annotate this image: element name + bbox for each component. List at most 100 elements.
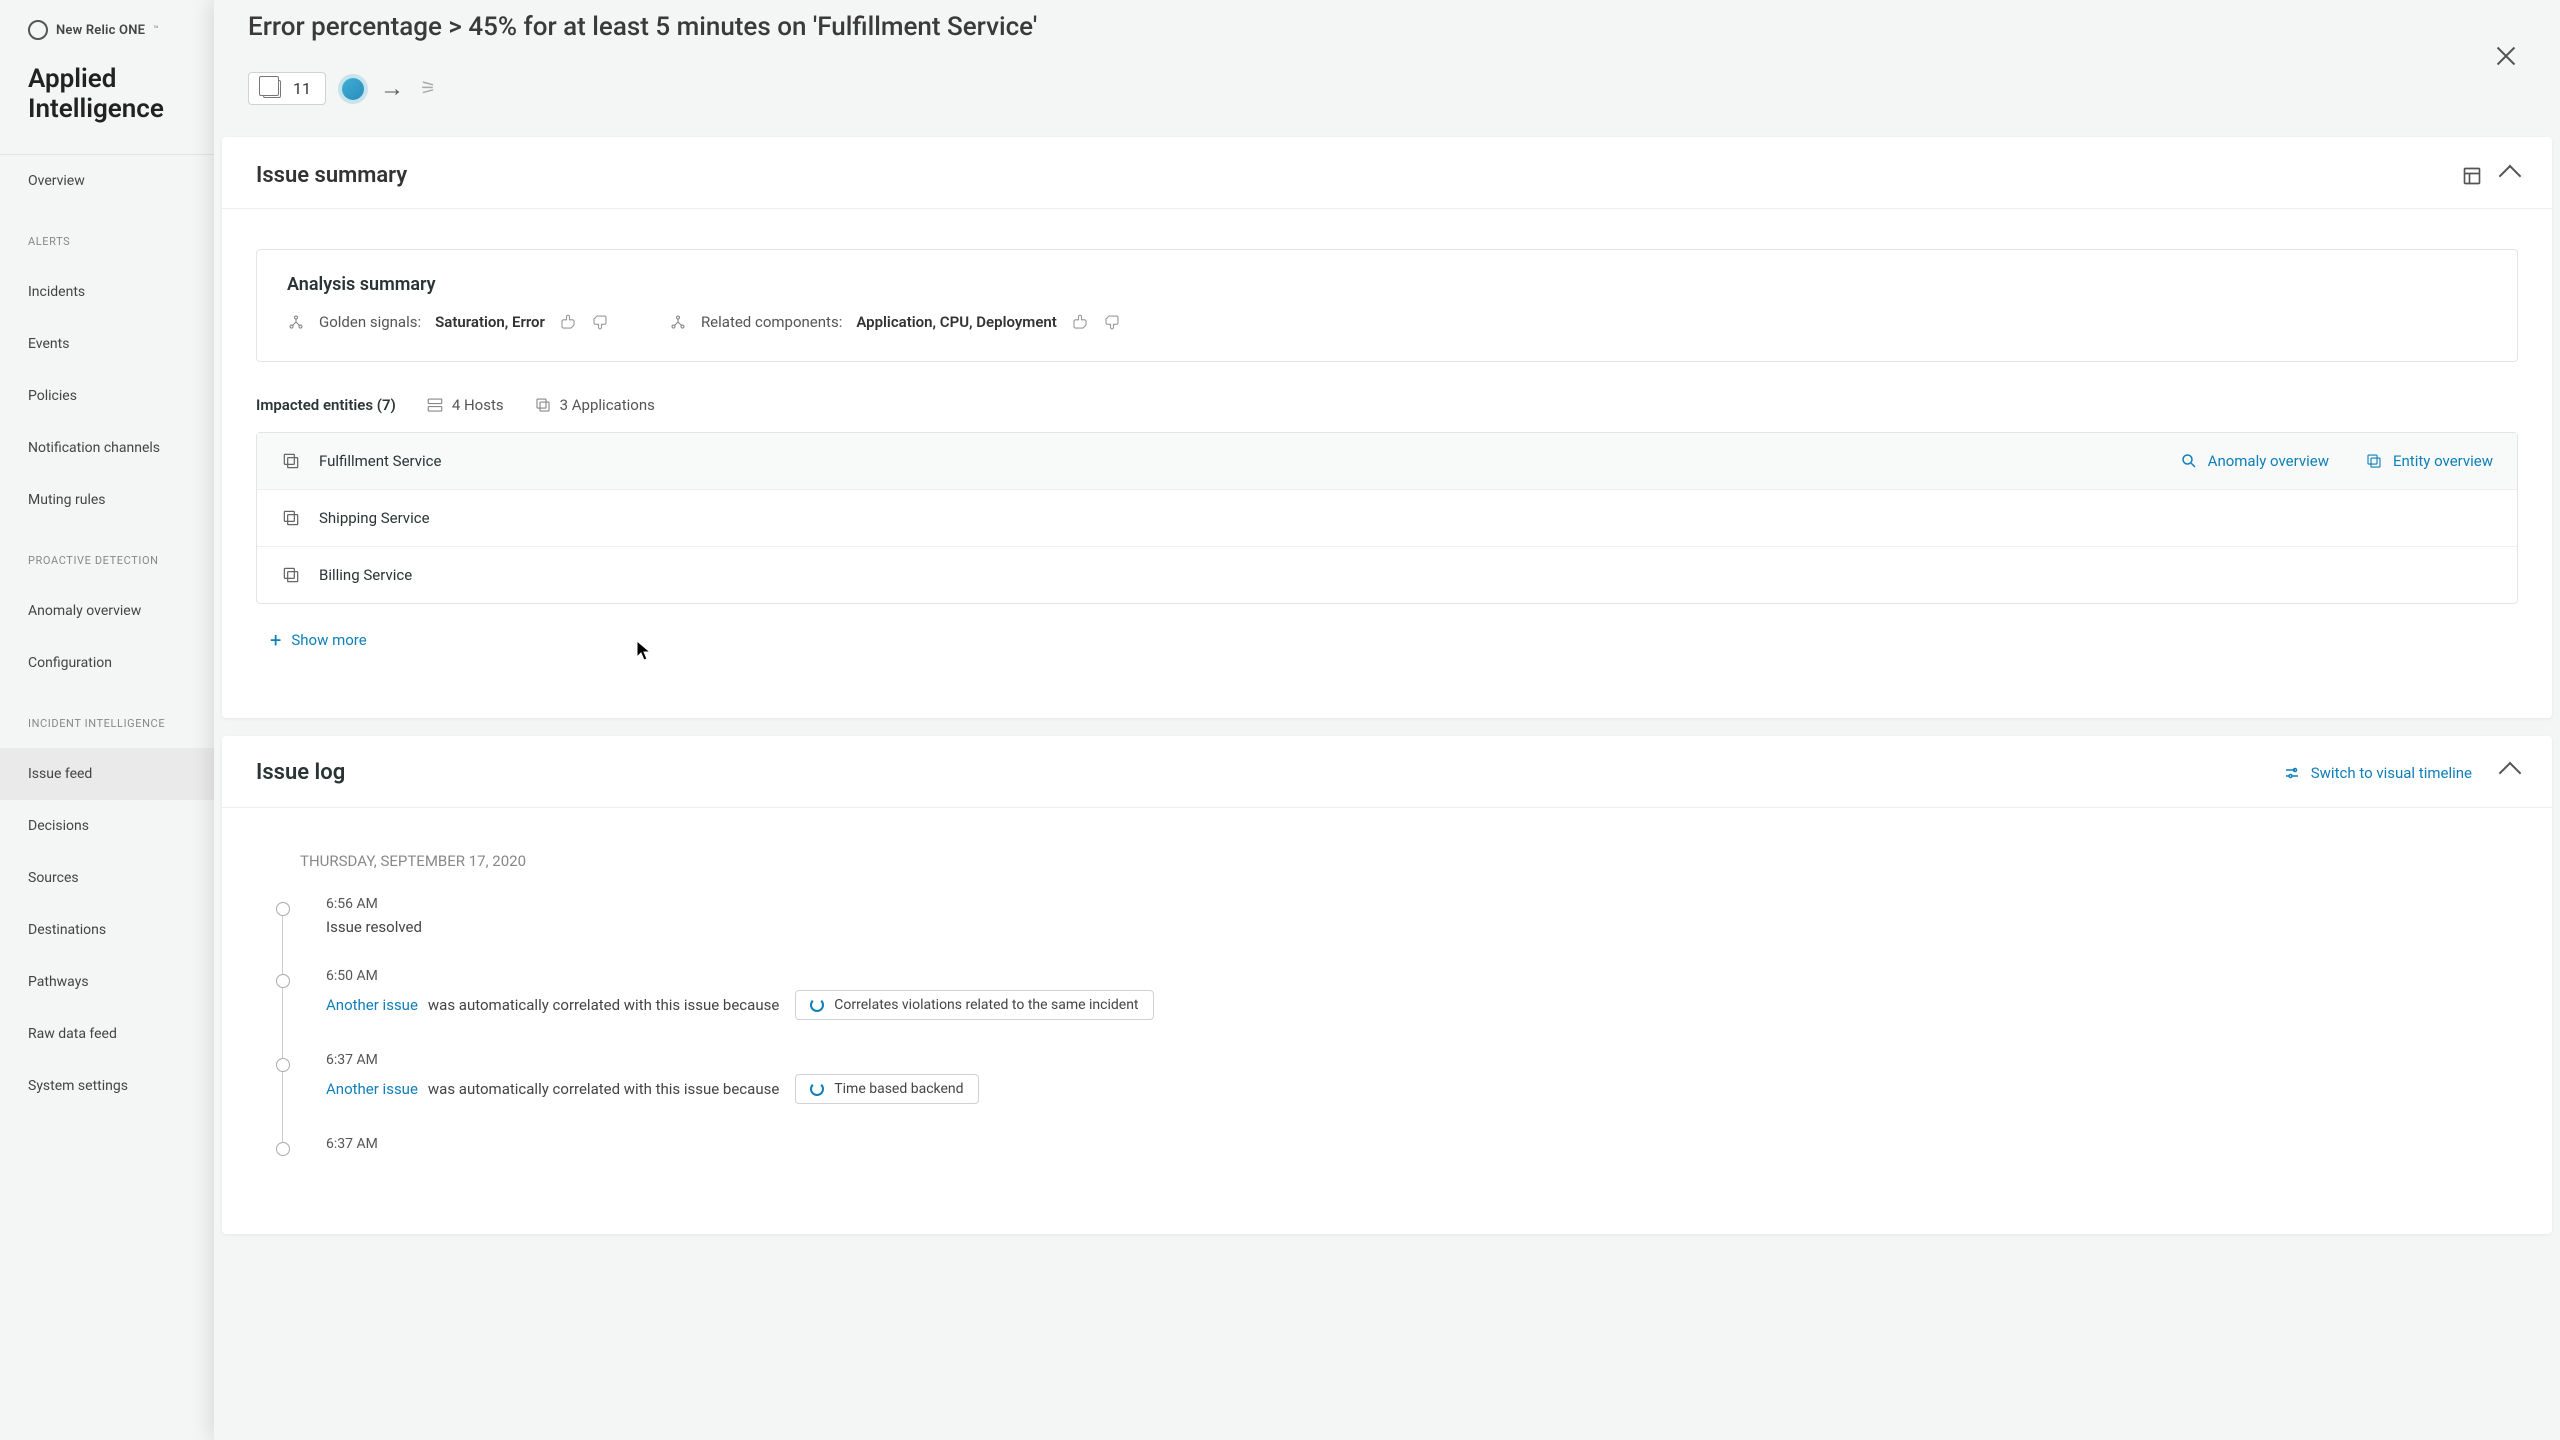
nav-head-alerts: ALERTS — [0, 217, 214, 266]
nav-notification-channels[interactable]: Notification channels — [0, 422, 214, 474]
copy-count-badge[interactable]: 11 — [248, 72, 326, 105]
nav-head-incident: INCIDENT INTELLIGENCE — [0, 699, 214, 748]
log-text: Another issue was automatically correlat… — [326, 1074, 2502, 1104]
issue-link[interactable]: Another issue — [326, 996, 418, 1014]
show-more-button[interactable]: + Show more — [256, 622, 2518, 658]
entity-row[interactable]: Shipping Service — [257, 490, 2517, 547]
nav-issue-feed[interactable]: Issue feed — [0, 748, 214, 800]
search-icon — [2180, 452, 2198, 470]
copy-icon — [263, 80, 281, 98]
network-icon[interactable]: ⚞ — [420, 78, 436, 99]
golden-signals: Golden signals: Saturation, Error — [287, 313, 609, 331]
entity-icon — [281, 565, 301, 585]
network-icon — [287, 313, 305, 331]
log-title: Issue log — [256, 760, 345, 785]
toolbar: 11 → ⚞ — [248, 72, 2526, 105]
entity-name: Billing Service — [319, 566, 412, 584]
server-icon — [426, 396, 444, 414]
correlation-tag[interactable]: Time based backend — [795, 1074, 978, 1104]
app-title: Applied Intelligence — [0, 50, 214, 154]
spinner-icon — [810, 1082, 824, 1096]
brand-tm: ™ — [153, 25, 159, 35]
switch-timeline-link[interactable]: Switch to visual timeline — [2283, 764, 2472, 782]
log-time: 6:50 AM — [326, 968, 2502, 984]
signals-row: Golden signals: Saturation, Error Relate… — [287, 313, 2487, 331]
log-body: THURSDAY, SEPTEMBER 17, 2020 6:56 AM Iss… — [222, 808, 2552, 1234]
nav-sources[interactable]: Sources — [0, 852, 214, 904]
entity-icon — [281, 451, 301, 471]
nav-policies[interactable]: Policies — [0, 370, 214, 422]
correlation-tag[interactable]: Correlates violations related to the sam… — [795, 990, 1153, 1020]
hosts-text: 4 Hosts — [452, 396, 504, 414]
related-value: Application, CPU, Deployment — [856, 313, 1057, 331]
golden-value: Saturation, Error — [435, 313, 545, 331]
apps-icon — [534, 396, 552, 414]
spinner-icon — [810, 998, 824, 1012]
nav-incidents[interactable]: Incidents — [0, 266, 214, 318]
entity-icon — [281, 508, 301, 528]
log-time: 6:37 AM — [326, 1136, 2502, 1152]
tag-text: Correlates violations related to the sam… — [834, 997, 1138, 1013]
entity-overview-link[interactable]: Entity overview — [2365, 452, 2493, 470]
nav-configuration[interactable]: Configuration — [0, 637, 214, 689]
switch-text: Switch to visual timeline — [2311, 764, 2472, 782]
thumb-down-icon[interactable] — [559, 313, 577, 331]
log-item: 6:50 AM Another issue was automatically … — [272, 968, 2502, 1052]
nav-anomaly-overview[interactable]: Anomaly overview — [0, 585, 214, 637]
arrow-right-icon[interactable]: → — [380, 74, 404, 103]
issue-detail-panel: Error percentage > 45% for at least 5 mi… — [214, 0, 2560, 1440]
nav-muting-rules[interactable]: Muting rules — [0, 474, 214, 526]
analysis-title: Analysis summary — [287, 274, 2487, 295]
entity-row[interactable]: Fulfillment Service Anomaly overview Ent… — [257, 433, 2517, 490]
summary-header: Issue summary — [222, 137, 2552, 209]
impacted-header: Impacted entities (7) 4 Hosts 3 Applicat… — [256, 396, 2518, 414]
anomaly-overview-link[interactable]: Anomaly overview — [2180, 452, 2329, 470]
log-header: Issue log Switch to visual timeline — [222, 736, 2552, 808]
nav-destinations[interactable]: Destinations — [0, 904, 214, 956]
network-icon — [669, 313, 687, 331]
log-text: Another issue was automatically correlat… — [326, 990, 2502, 1020]
sliders-icon — [2283, 764, 2301, 782]
nav-head-proactive: PROACTIVE DETECTION — [0, 536, 214, 585]
issue-log-section: Issue log Switch to visual timeline THUR… — [222, 736, 2552, 1234]
incident-count: 11 — [293, 79, 311, 98]
summary-body: Analysis summary Golden signals: Saturat… — [222, 209, 2552, 718]
hosts-stat: 4 Hosts — [426, 396, 504, 414]
status-indicator-icon[interactable] — [342, 78, 364, 100]
nav-system-settings[interactable]: System settings — [0, 1060, 214, 1112]
nav-pathways[interactable]: Pathways — [0, 956, 214, 1008]
log-date: THURSDAY, SEPTEMBER 17, 2020 — [300, 852, 2502, 870]
entity-icon — [2365, 452, 2383, 470]
issue-summary-section: Issue summary Analysis summary Golden si… — [222, 137, 2552, 718]
close-icon[interactable] — [2492, 42, 2520, 70]
entity-row[interactable]: Billing Service — [257, 547, 2517, 603]
panel-header: Error percentage > 45% for at least 5 mi… — [214, 0, 2560, 137]
chevron-up-icon[interactable] — [2499, 761, 2522, 784]
brand-logo: New Relic ONE ™ — [0, 0, 214, 50]
chevron-up-icon[interactable] — [2499, 164, 2522, 187]
brand-text: New Relic ONE — [56, 23, 145, 38]
layout-icon[interactable] — [2462, 166, 2482, 186]
log-item: 6:37 AM — [272, 1136, 2502, 1190]
related-label: Related components: — [701, 313, 842, 331]
show-more-text: Show more — [291, 631, 366, 649]
apps-stat: 3 Applications — [534, 396, 655, 414]
thumb-up-icon[interactable] — [591, 313, 609, 331]
nav-decisions[interactable]: Decisions — [0, 800, 214, 852]
log-time: 6:56 AM — [326, 896, 2502, 912]
analysis-summary-box: Analysis summary Golden signals: Saturat… — [256, 249, 2518, 362]
thumb-up-icon[interactable] — [1103, 313, 1121, 331]
golden-label: Golden signals: — [319, 313, 421, 331]
summary-title: Issue summary — [256, 163, 407, 188]
nav-raw-data-feed[interactable]: Raw data feed — [0, 1008, 214, 1060]
log-text: Issue resolved — [326, 918, 2502, 936]
nav-events[interactable]: Events — [0, 318, 214, 370]
apps-text: 3 Applications — [560, 396, 655, 414]
log-item: 6:56 AM Issue resolved — [272, 896, 2502, 968]
thumb-down-icon[interactable] — [1071, 313, 1089, 331]
summary-actions — [2462, 166, 2518, 186]
sidebar: New Relic ONE ™ Applied Intelligence Ove… — [0, 0, 214, 1440]
entity-link-text: Entity overview — [2393, 452, 2493, 470]
nav-overview[interactable]: Overview — [0, 155, 214, 207]
issue-link[interactable]: Another issue — [326, 1080, 418, 1098]
